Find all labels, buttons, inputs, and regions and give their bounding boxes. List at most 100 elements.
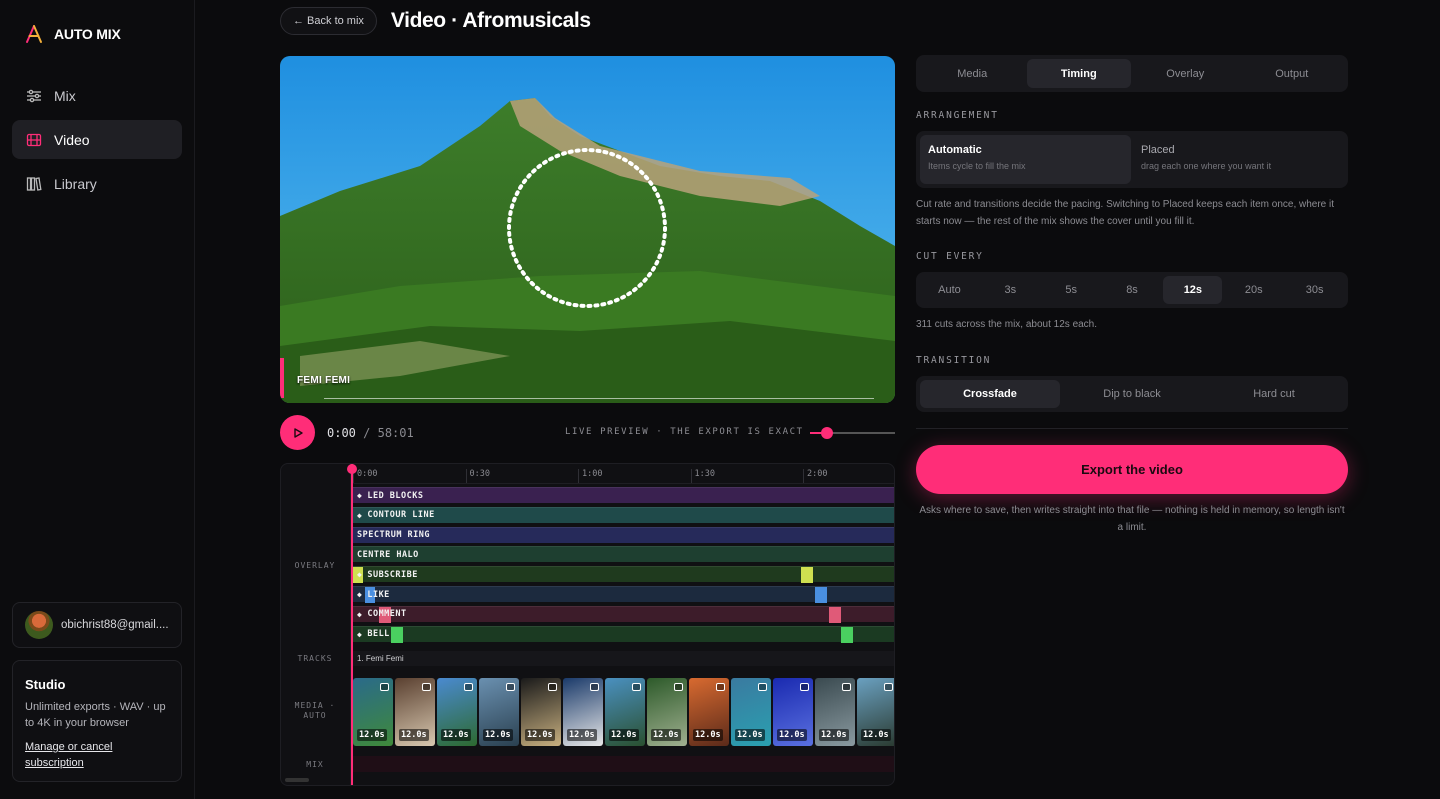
overlay-lane[interactable]: ◆ CONTOUR LINE [353, 506, 894, 523]
overlay-lane-label: SPECTRUM RING [357, 530, 431, 541]
clip-image-icon [884, 683, 893, 691]
clip-image-icon [674, 683, 683, 691]
timeline-scrollbar[interactable] [285, 778, 309, 782]
overlay-keyframe[interactable] [841, 626, 853, 643]
sidebar-item-mix[interactable]: Mix [12, 76, 182, 115]
keyframe-diamond-icon: ◆ [357, 491, 363, 500]
transition-selector: Crossfade Dip to black Hard cut [916, 376, 1348, 412]
overlay-keyframe[interactable] [815, 587, 827, 603]
keyframe-diamond-icon: ◆ [357, 570, 363, 580]
play-icon [293, 427, 303, 438]
clip-duration: 12.0s [441, 729, 471, 741]
avatar [25, 611, 53, 639]
keyframe-diamond-icon: ◆ [357, 590, 363, 599]
overlay-lane[interactable]: SPECTRUM RING [353, 526, 894, 543]
export-video-button[interactable]: Export the video [916, 445, 1348, 494]
ruler-tick: 0:00 [353, 469, 377, 483]
panel-tabs: Media Timing Overlay Output [916, 55, 1348, 92]
media-clip[interactable]: 12.0s [395, 678, 435, 746]
media-clip[interactable]: 12.0s [731, 678, 771, 746]
user-account[interactable]: obichrist88@gmail.... [12, 602, 182, 648]
user-email: obichrist88@gmail.... [61, 619, 169, 631]
cut-option-3s[interactable]: 3s [981, 276, 1040, 304]
page-title: Video · Afromusicals [390, 9, 591, 32]
tab-overlay[interactable]: Overlay [1133, 59, 1238, 88]
media-clip[interactable]: 12.0s [689, 678, 729, 746]
clip-duration: 12.0s [693, 729, 723, 741]
sidebar-item-library[interactable]: Library [12, 164, 182, 203]
media-clip[interactable]: 12.0s [773, 678, 813, 746]
option-subtitle: Items cycle to fill the mix [928, 161, 1026, 171]
cut-every-help: 311 cuts across the mix, about 12s each. [916, 319, 1098, 330]
overlay-lane-label: LED BLOCKS [367, 490, 424, 501]
transition-option-hard-cut[interactable]: Hard cut [1204, 380, 1344, 408]
brand[interactable]: AUTO MIX [24, 24, 121, 44]
media-clip[interactable]: 12.0s [479, 678, 519, 746]
volume-knob[interactable] [821, 427, 833, 439]
playhead-handle[interactable] [347, 464, 357, 474]
overlay-keyframe[interactable] [801, 567, 813, 584]
app-root: AUTO MIX Mix Video Library obichrist88@g… [0, 0, 1440, 799]
arrangement-selector: Automatic Items cycle to fill the mix Pl… [916, 131, 1348, 188]
media-clip[interactable]: 12.0s [563, 678, 603, 746]
back-to-mix-button[interactable]: ← Back to mix [280, 7, 377, 35]
arrangement-placed-option[interactable]: Placed drag each one where you want it [1133, 135, 1344, 184]
mix-row-label: MIX [306, 760, 324, 769]
sidebar-item-video[interactable]: Video [12, 120, 182, 159]
keyframe-diamond-icon: ◆ [357, 629, 363, 639]
header: ← Back to mix Video · Afromusicals [280, 7, 591, 35]
overlay-lane[interactable]: ◆ LED BLOCKS [353, 487, 894, 503]
keyframe-diamond-icon: ◆ [357, 510, 363, 520]
transition-heading: TRANSITION [916, 355, 992, 366]
overlay-keyframe[interactable] [391, 626, 403, 643]
cut-option-5s[interactable]: 5s [1042, 276, 1101, 304]
manage-subscription-link[interactable]: Manage or cancel subscription [25, 739, 169, 771]
cut-option-auto[interactable]: Auto [920, 276, 979, 304]
cut-option-20s[interactable]: 20s [1224, 276, 1283, 304]
cut-option-12s[interactable]: 12s [1163, 276, 1223, 304]
overlay-lane-label: CONTOUR LINE [367, 510, 435, 521]
overlay-lane[interactable]: ◆ SUBSCRIBE [353, 566, 894, 584]
media-clip[interactable]: 12.0s [815, 678, 855, 746]
media-clip[interactable]: 12.0s [437, 678, 477, 746]
transition-option-crossfade[interactable]: Crossfade [920, 380, 1060, 408]
overlay-lane[interactable]: CENTRE HALO [353, 546, 894, 563]
cut-option-8s[interactable]: 8s [1103, 276, 1162, 304]
export-note: Asks where to save, then writes straight… [919, 505, 1345, 533]
mix-lane[interactable] [353, 756, 894, 772]
arrangement-automatic-option[interactable]: Automatic Items cycle to fill the mix [920, 135, 1131, 184]
playhead[interactable] [347, 464, 357, 785]
overlay-lane[interactable]: ◆ LIKE [353, 586, 894, 603]
time-ruler[interactable]: 0:00 0:30 1:00 1:30 2:00 [353, 464, 894, 484]
media-clip[interactable]: 12.0s [647, 678, 687, 746]
ruler-tick: 1:30 [690, 469, 715, 483]
media-clip[interactable]: 12.0s [857, 678, 894, 746]
tab-media[interactable]: Media [920, 59, 1025, 88]
transition-option-dip-to-black[interactable]: Dip to black [1062, 380, 1202, 408]
play-button[interactable] [280, 415, 315, 450]
clip-duration: 12.0s [777, 729, 807, 741]
media-clip[interactable]: 12.0s [353, 678, 393, 746]
clip-image-icon [842, 683, 851, 691]
cut-option-30s[interactable]: 30s [1285, 276, 1344, 304]
plan-title: Studio [25, 677, 66, 692]
tab-timing[interactable]: Timing [1026, 59, 1131, 88]
overlay-lane-label: LIKE [367, 589, 390, 600]
track-lane[interactable]: 1. Femi Femi [353, 651, 894, 666]
clip-duration: 12.0s [819, 729, 849, 741]
overlay-lane[interactable]: ◆ BELL [353, 625, 894, 643]
plan-card: Studio Unlimited exports · WAV · up to 4… [12, 660, 182, 782]
tab-output[interactable]: Output [1240, 59, 1345, 88]
overlay-keyframe[interactable] [829, 606, 841, 623]
clip-image-icon [422, 683, 431, 691]
media-clip[interactable]: 12.0s [605, 678, 645, 746]
playhead-edge [280, 358, 284, 398]
overlay-lane[interactable]: ◆ COMMENT [353, 605, 894, 623]
volume-slider[interactable] [810, 427, 895, 439]
clip-image-icon [548, 683, 557, 691]
arrangement-help: Cut rate and transitions decide the paci… [916, 199, 1335, 227]
media-clip[interactable]: 12.0s [521, 678, 561, 746]
timeline[interactable]: OVERLAY TRACKS MEDIA · AUTO MIX 0:00 0:30… [280, 463, 895, 786]
video-preview[interactable]: FEMI FEMI [280, 56, 895, 403]
sliders-icon [27, 89, 41, 102]
